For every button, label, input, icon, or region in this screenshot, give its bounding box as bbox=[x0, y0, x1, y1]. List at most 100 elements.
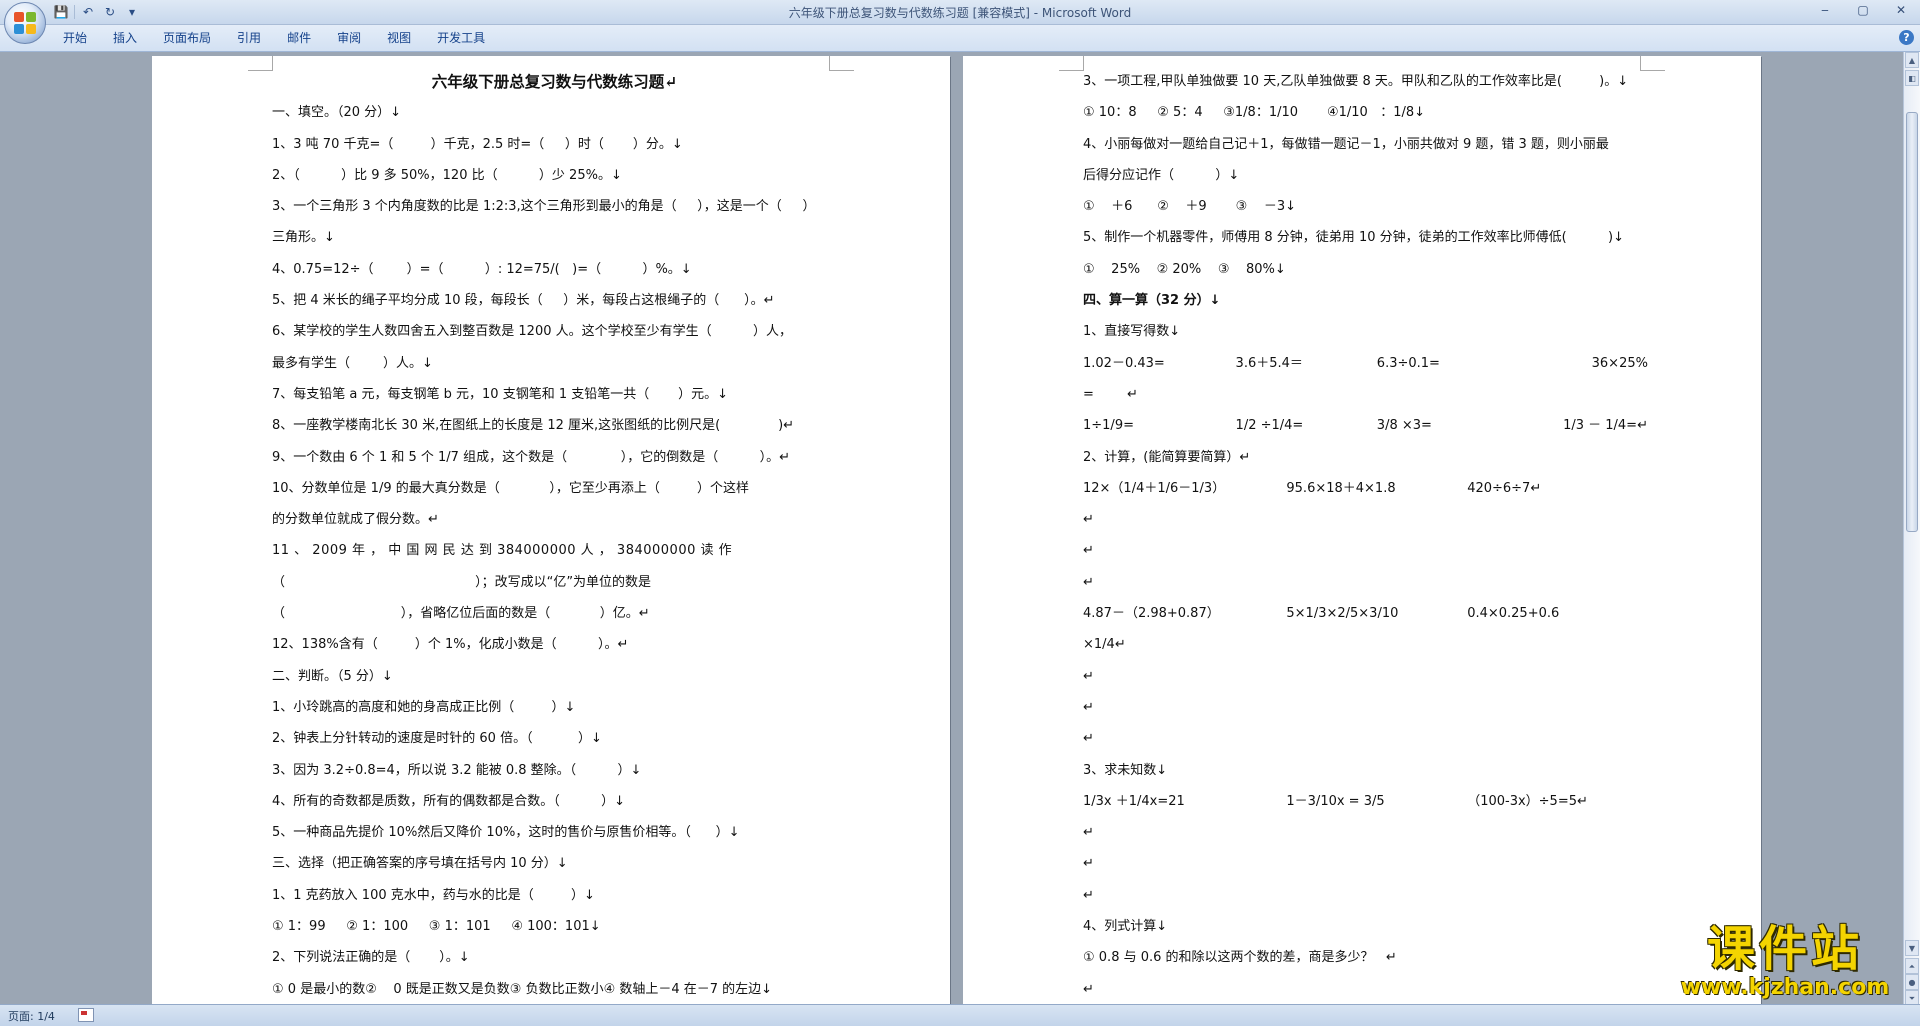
scrollbar-thumb[interactable] bbox=[1906, 112, 1918, 532]
document-line: ↵ bbox=[1083, 887, 1094, 903]
document-line: 四、算一算（32 分）↓ bbox=[1083, 293, 1221, 309]
document-line: ↵ bbox=[1083, 512, 1094, 528]
document-line-cell: 36×25% bbox=[1591, 355, 1648, 371]
page-content[interactable]: 六年级下册总复习数与代数练习题↵ 一、填空。（20 分）↓ 1、3 吨 70 千克=… bbox=[272, 66, 837, 1004]
previous-page-icon[interactable]: ⏶ bbox=[1905, 958, 1919, 974]
document-line: 一、填空。（20 分）↓ bbox=[272, 105, 402, 121]
document-line-cell: 5×1/3×2/5×3/10 bbox=[1286, 606, 1399, 622]
tab-insert[interactable]: 插入 bbox=[100, 25, 150, 51]
document-line-cell: 0.4×0.25+0.6 bbox=[1467, 606, 1560, 622]
document-page-1[interactable]: 六年级下册总复习数与代数练习题↵ 一、填空。（20 分）↓ 1、3 吨 70 千克=… bbox=[152, 56, 950, 1004]
tab-page-layout[interactable]: 页面布局 bbox=[150, 25, 224, 51]
document-line: 后得分应记作（ ）↓ bbox=[1083, 167, 1240, 183]
document-line: ① 10：8 ② 5：4 ③1/8：1/10 ④1/10 ：1/8↓ bbox=[1083, 105, 1426, 121]
proofing-icon[interactable] bbox=[78, 1008, 94, 1022]
document-page-2[interactable]: 3、一项工程,甲队单独做要 10 天,乙队单独做要 8 天。甲队和乙队的工作效率… bbox=[963, 56, 1761, 1004]
maximize-button[interactable]: ▢ bbox=[1844, 0, 1882, 20]
site-watermark: 课件站 www.kjzhan.com bbox=[1668, 922, 1902, 1004]
minimize-button[interactable]: ‒ bbox=[1806, 0, 1844, 20]
document-line: ↵ bbox=[1083, 668, 1094, 684]
document-line: 1.02－0.43= 3.6＋5.4＝ 6.3÷0.1= 36×25% bbox=[1083, 348, 1648, 379]
document-line: 12×（1/4＋1/6－1/3） 95.6×18＋4×1.8 420÷6÷7↵ bbox=[1083, 473, 1648, 504]
document-line: ↵ bbox=[1083, 543, 1094, 559]
scroll-up-icon[interactable]: ▲ bbox=[1905, 52, 1919, 68]
document-line: 4、小丽每做对一题给自己记＋1，每做错一题记－1，小丽共做对 9 题，错 3 题… bbox=[1083, 136, 1609, 152]
document-line: 8、一座教学楼南北长 30 米,在图纸上的长度是 12 厘米,这张图纸的比例尺是… bbox=[272, 418, 795, 434]
document-line-cell: 3.6＋5.4＝ bbox=[1235, 355, 1303, 371]
document-line: ① ＋6 ② ＋9 ③ －3↓ bbox=[1083, 199, 1296, 215]
document-line: 1/3x ＋1/4x=21 1－3/10x = 3/5 （100-3x）÷5=5↵ bbox=[1083, 786, 1648, 817]
document-line: 5、一种商品先提价 10%然后又降价 10%，这时的售价与原售价相等。（ ）↓ bbox=[272, 825, 740, 841]
document-line: 三、选择（把正确答案的序号填在括号内 10 分）↓ bbox=[272, 856, 568, 872]
vertical-scrollbar[interactable]: ▲ ◧ ▼ ⏶ ● ⏷ bbox=[1903, 52, 1920, 1006]
document-line-cell: 1/3 － 1/4=↵ bbox=[1563, 418, 1648, 434]
office-button[interactable] bbox=[4, 2, 46, 44]
office-logo-icon bbox=[14, 12, 36, 34]
document-line-cell: 1/2 ÷1/4= bbox=[1235, 418, 1304, 434]
document-line: ↵ bbox=[1083, 981, 1094, 997]
ruler-toggle-icon[interactable]: ◧ bbox=[1905, 70, 1919, 86]
document-line: 3、一个三角形 3 个内角度数的比是 1:2:3,这个三角形到最小的角是（ ），… bbox=[272, 199, 816, 215]
tab-review[interactable]: 审阅 bbox=[324, 25, 374, 51]
document-line: ① 0.8 与 0.6 的和除以这两个数的差，商是多少？ ↵ bbox=[1083, 950, 1397, 966]
document-line: ↵ bbox=[1083, 731, 1094, 747]
window-controls: ‒ ▢ ✕ bbox=[1806, 0, 1920, 20]
document-line: ↵ bbox=[1083, 825, 1094, 841]
scroll-down-icon[interactable]: ▼ bbox=[1905, 940, 1919, 956]
crop-mark bbox=[1059, 56, 1084, 71]
document-line: 二、判断。（5 分）↓ bbox=[272, 668, 393, 684]
document-line: 1、小玲跳高的高度和她的身高成正比例（ ）↓ bbox=[272, 699, 576, 715]
document-line: 10、分数单位是 1/9 的最大真分数是（ ），它至少再添上（ ）个这样 bbox=[272, 480, 750, 496]
document-line: 4、0.75=12÷（ ）=（ ）: 12=75/( )=（ ）%。↓ bbox=[272, 261, 692, 277]
document-line: 2、下列说法正确的是（ ）。↓ bbox=[272, 950, 470, 966]
document-line: ↵ bbox=[1083, 699, 1094, 715]
tab-home[interactable]: 开始 bbox=[50, 25, 100, 51]
document-line: 六年级下册总复习数与代数练习题↵ bbox=[431, 72, 678, 91]
document-area[interactable]: 六年级下册总复习数与代数练习题↵ 一、填空。（20 分）↓ 1、3 吨 70 千克=… bbox=[0, 52, 1904, 1004]
document-line-cell: 1÷1/9= bbox=[1083, 418, 1134, 434]
watermark-url: www.kjzhan.com bbox=[1680, 975, 1890, 1000]
document-line: 9、一个数由 6 个 1 和 5 个 1/7 组成，这个数是（ ），它的倒数是（… bbox=[272, 449, 791, 465]
page-count[interactable]: 页面: 1/4 bbox=[8, 1008, 55, 1024]
document-line: （ ）；改写成以“亿”为单位的数是 bbox=[272, 574, 652, 590]
close-button[interactable]: ✕ bbox=[1882, 0, 1920, 20]
tab-references[interactable]: 引用 bbox=[224, 25, 274, 51]
tab-developer[interactable]: 开发工具 bbox=[424, 25, 498, 51]
document-line: 3、求未知数↓ bbox=[1083, 762, 1168, 778]
document-line: 5、把 4 米长的绳子平均分成 10 段，每段长（ ）米，每段占这根绳子的（ ）… bbox=[272, 293, 775, 309]
page-content[interactable]: 3、一项工程,甲队单独做要 10 天,乙队单独做要 8 天。甲队和乙队的工作效率… bbox=[1083, 66, 1648, 1004]
document-line: 1、直接写得数↓ bbox=[1083, 324, 1181, 340]
document-line-cell: 12×（1/4＋1/6－1/3） bbox=[1083, 480, 1226, 496]
document-line-cell: 4.87－（2.98+0.87） bbox=[1083, 606, 1220, 622]
document-line: 2、钟表上分针转动的速度是时针的 60 倍。（ ）↓ bbox=[272, 731, 602, 747]
status-bar: 页面: 1/4 bbox=[0, 1004, 1920, 1026]
document-line: 4.87－（2.98+0.87） 5×1/3×2/5×3/10 0.4×0.25+0… bbox=[1083, 598, 1648, 629]
document-line: ① 1：99 ② 1：100 ③ 1：101 ④ 100：101↓ bbox=[272, 919, 601, 935]
document-line: 11 、 2009 年 ， 中 国 网 民 达 到 384000000 人 ， … bbox=[272, 543, 733, 559]
tab-mailings[interactable]: 邮件 bbox=[274, 25, 324, 51]
document-line-cell: 3/8 ×3= bbox=[1376, 418, 1432, 434]
title-bar: 💾 ↶ ↻ ▾ 六年级下册总复习数与代数练习题 [兼容模式] - Microso… bbox=[0, 0, 1920, 25]
document-line: 3、因为 3.2÷0.8=4，所以说 3.2 能被 0.8 整除。（ ）↓ bbox=[272, 762, 642, 778]
document-line: 3、一项工程,甲队单独做要 10 天,乙队单独做要 8 天。甲队和乙队的工作效率… bbox=[1083, 74, 1629, 89]
document-line: 5、制作一个机器零件，师傅用 8 分钟，徒弟用 10 分钟，徒弟的工作效率比师傅… bbox=[1083, 230, 1624, 246]
document-line: 最多有学生（ ）人。↓ bbox=[272, 355, 433, 371]
document-line: ① 0 是最小的数② 0 既是正数又是负数③ 负数比正数小④ 数轴上－4 在－7… bbox=[272, 981, 773, 997]
document-line-cell: 1－3/10x = 3/5 bbox=[1286, 793, 1385, 809]
help-icon[interactable]: ? bbox=[1899, 30, 1914, 45]
document-line: 12、138%含有（ ）个 1%，化成小数是（ ）。↵ bbox=[272, 637, 629, 653]
document-line: 2、（ ）比 9 多 50%，120 比（ ）少 25%。↓ bbox=[272, 167, 622, 183]
crop-mark bbox=[248, 56, 273, 71]
document-line: （ ），省略亿位后面的数是（ ）亿。↵ bbox=[272, 606, 650, 622]
watermark-title: 课件站 bbox=[1706, 921, 1863, 977]
document-line-cell: 1/3x ＋1/4x=21 bbox=[1083, 793, 1185, 809]
document-line: 三角形。↓ bbox=[272, 230, 335, 246]
document-line: ↵ bbox=[1083, 574, 1094, 590]
tab-view[interactable]: 视图 bbox=[374, 25, 424, 51]
document-line: ① 25% ② 20% ③ 80%↓ bbox=[1083, 261, 1286, 277]
document-line-cell: 6.3÷0.1= bbox=[1376, 355, 1440, 371]
document-line-cell: 95.6×18＋4×1.8 bbox=[1286, 480, 1396, 496]
document-line: 1÷1/9= 1/2 ÷1/4= 3/8 ×3= 1/3 － 1/4=↵ bbox=[1083, 410, 1648, 441]
browse-object-icon[interactable]: ● bbox=[1905, 974, 1919, 990]
document-line: 4、所有的奇数都是质数，所有的偶数都是合数。（ ）↓ bbox=[272, 793, 625, 809]
